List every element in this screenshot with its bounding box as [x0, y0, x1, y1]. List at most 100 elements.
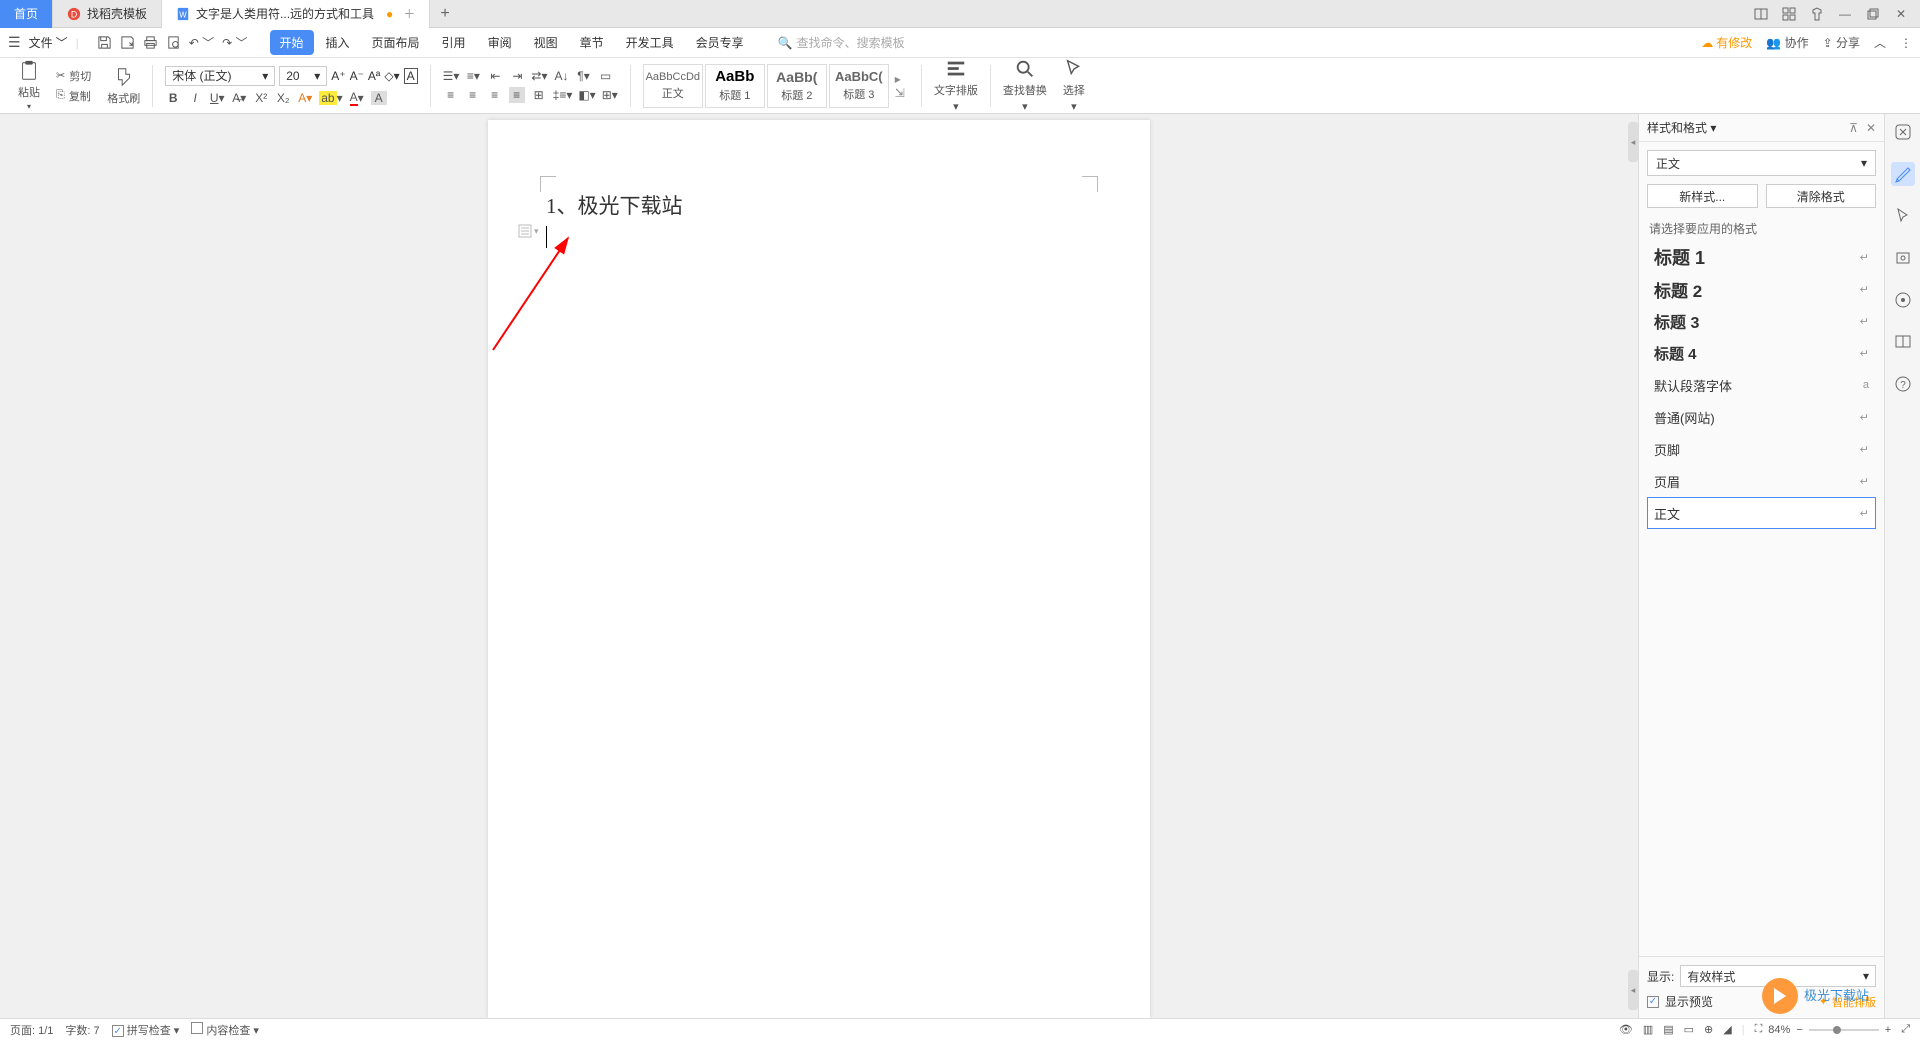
distribute-icon[interactable]: ⊞: [531, 88, 547, 102]
clear-format-icon[interactable]: ◇▾: [384, 69, 399, 83]
maximize-icon[interactable]: [1860, 3, 1886, 25]
command-search[interactable]: 🔍 查找命令、搜索模板: [778, 34, 905, 51]
ribbon-collapse-icon[interactable]: ︿: [1874, 34, 1886, 51]
content-check-toggle[interactable]: 内容检查 ▾: [191, 1022, 259, 1038]
select-button[interactable]: 选择▾: [1063, 58, 1085, 113]
rt-styles-icon[interactable]: [1891, 162, 1915, 186]
style-item-普通(网站)[interactable]: 普通(网站)↵: [1647, 401, 1876, 433]
rt-docer-icon[interactable]: [1891, 120, 1915, 144]
panel-collapse-handle-2[interactable]: ◂: [1628, 970, 1638, 1010]
print-preview-icon[interactable]: [166, 34, 181, 51]
style-item-页脚[interactable]: 页脚↵: [1647, 433, 1876, 465]
clear-format-button[interactable]: 清除格式: [1766, 184, 1877, 208]
shrink-font-icon[interactable]: A⁻: [350, 69, 364, 83]
save-as-icon[interactable]: [120, 34, 135, 51]
menu-tab-dev[interactable]: 开发工具: [616, 30, 684, 55]
close-window-icon[interactable]: ✕: [1888, 3, 1914, 25]
numbering-icon[interactable]: ≡▾: [465, 69, 481, 83]
tab-home[interactable]: 首页: [0, 0, 53, 28]
underline-icon[interactable]: U▾: [209, 91, 225, 105]
grid-icon[interactable]: [1776, 3, 1802, 25]
change-case-icon[interactable]: Aª: [368, 69, 380, 83]
sort-icon[interactable]: A↓: [554, 69, 570, 83]
style-item-标题 2[interactable]: 标题 2↵: [1647, 273, 1876, 305]
more-icon[interactable]: ⋮: [1900, 36, 1912, 50]
tab-icon[interactable]: ⇄▾: [531, 69, 547, 83]
grow-font-icon[interactable]: A⁺: [331, 69, 345, 83]
style-item-页眉[interactable]: 页眉↵: [1647, 465, 1876, 497]
document-line-1[interactable]: 1、极光下载站: [546, 190, 1092, 220]
bullets-icon[interactable]: ☰▾: [443, 69, 460, 83]
view-outline-icon[interactable]: ▥: [1643, 1023, 1653, 1036]
pin-icon[interactable]: ⊼: [1849, 121, 1858, 135]
style-item-标题 4[interactable]: 标题 4↵: [1647, 337, 1876, 369]
save-icon[interactable]: [97, 34, 112, 51]
rt-backup-icon[interactable]: [1891, 288, 1915, 312]
close-icon[interactable]: ＋: [403, 5, 415, 22]
expand-icon[interactable]: ⤢: [1901, 1023, 1910, 1036]
style-h1[interactable]: AaBb标题 1: [705, 64, 765, 108]
skin-icon[interactable]: [1804, 3, 1830, 25]
cut-button[interactable]: ✂ 剪切: [56, 68, 91, 84]
show-marks-icon[interactable]: ¶▾: [576, 69, 592, 83]
document-page[interactable]: 1、极光下载站 ▾: [488, 120, 1150, 1018]
style-h2[interactable]: AaBb(标题 2: [767, 64, 827, 108]
menu-tab-member[interactable]: 会员专享: [686, 30, 754, 55]
coop-button[interactable]: 👥 协作: [1766, 34, 1808, 51]
char-shading-icon[interactable]: A: [371, 91, 387, 105]
zoom-in-icon[interactable]: +: [1885, 1024, 1891, 1036]
align-justify-icon[interactable]: ≡: [509, 87, 525, 103]
menu-tab-page-layout[interactable]: 页面布局: [362, 30, 430, 55]
tab-template[interactable]: D 找稻壳模板: [53, 0, 162, 28]
font-size-select[interactable]: 20▾: [279, 66, 327, 86]
undo-icon[interactable]: ↶ ﹀: [189, 34, 214, 51]
menu-tab-view[interactable]: 视图: [524, 30, 568, 55]
menu-tab-insert[interactable]: 插入: [316, 30, 360, 55]
italic-icon[interactable]: I: [187, 91, 203, 105]
layout-icon[interactable]: [1748, 3, 1774, 25]
align-right-icon[interactable]: ≡: [487, 88, 503, 102]
panel-collapse-handle[interactable]: ◂: [1628, 122, 1638, 162]
strike-icon[interactable]: A̶▾: [231, 91, 247, 105]
font-color-icon[interactable]: A▾: [349, 90, 365, 106]
tab-document[interactable]: W 文字是人类用符...远的方式和工具 ● ＋: [162, 0, 430, 28]
word-count[interactable]: 字数: 7: [65, 1022, 99, 1038]
highlight-icon[interactable]: ab▾: [319, 91, 342, 105]
text-layout-button[interactable]: 文字排版▾: [934, 58, 978, 113]
style-h3[interactable]: AaBbC(标题 3: [829, 64, 889, 108]
zoom-slider[interactable]: [1809, 1025, 1879, 1035]
text-effect-icon[interactable]: A▾: [297, 91, 313, 105]
menu-tab-chapter[interactable]: 章节: [570, 30, 614, 55]
copy-button[interactable]: ⎘ 复制: [56, 88, 91, 104]
rt-limit-icon[interactable]: [1891, 246, 1915, 270]
paragraph-handle-icon[interactable]: ▾: [518, 224, 539, 238]
style-item-默认段落字体[interactable]: 默认段落字体a: [1647, 369, 1876, 401]
para-border-icon[interactable]: ▭: [598, 69, 614, 83]
document-viewport[interactable]: 1、极光下载站 ▾ ◂ ◂: [0, 114, 1638, 1018]
style-item-正文[interactable]: 正文↵: [1647, 497, 1876, 529]
spell-check-toggle[interactable]: ✓ 拼写检查 ▾: [112, 1022, 180, 1038]
menu-tab-review[interactable]: 审阅: [478, 30, 522, 55]
style-normal[interactable]: AaBbCcDd正文: [643, 64, 703, 108]
share-button[interactable]: ⇪ 分享: [1823, 34, 1860, 51]
rt-help-icon[interactable]: [1891, 330, 1915, 354]
zoom-out-icon[interactable]: −: [1796, 1024, 1802, 1036]
indent-dec-icon[interactable]: ⇤: [487, 69, 503, 83]
format-painter-button[interactable]: 格式刷: [107, 66, 140, 106]
print-icon[interactable]: [143, 34, 158, 51]
panel-close-icon[interactable]: ✕: [1866, 121, 1876, 135]
new-style-button[interactable]: 新样式...: [1647, 184, 1758, 208]
style-item-标题 1[interactable]: 标题 1↵: [1647, 241, 1876, 273]
paste-button[interactable]: 粘贴▾: [18, 60, 40, 111]
menu-tab-start[interactable]: 开始: [270, 30, 314, 55]
view-focus-icon[interactable]: ◢: [1723, 1023, 1731, 1036]
current-style-select[interactable]: 正文▾: [1647, 150, 1876, 176]
bold-icon[interactable]: B: [165, 91, 181, 105]
shading-icon[interactable]: ◧▾: [578, 88, 595, 102]
minimize-icon[interactable]: —: [1832, 3, 1858, 25]
superscript-icon[interactable]: X²: [253, 91, 269, 105]
borders-icon[interactable]: ⊞▾: [602, 88, 618, 102]
rt-question-icon[interactable]: ?: [1891, 372, 1915, 396]
style-item-标题 3[interactable]: 标题 3↵: [1647, 305, 1876, 337]
subscript-icon[interactable]: X₂: [275, 91, 291, 105]
